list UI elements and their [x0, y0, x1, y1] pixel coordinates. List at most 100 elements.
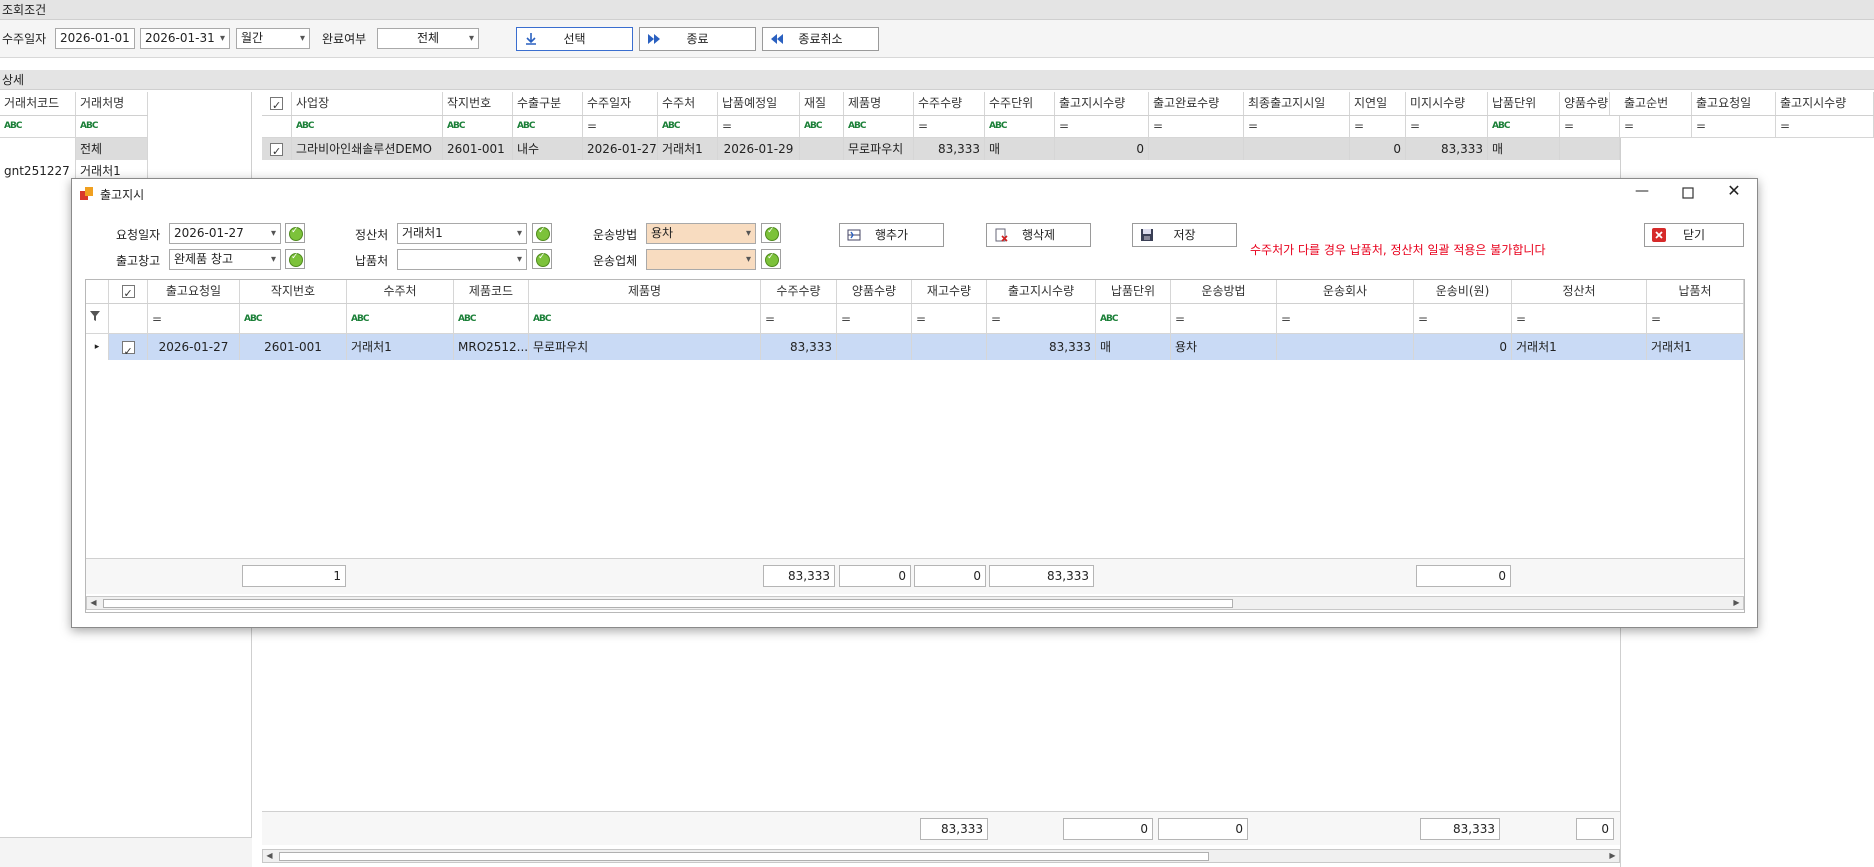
col-customer-name[interactable]: 거래처명 — [76, 92, 148, 115]
apply-req-date-icon[interactable] — [285, 223, 305, 243]
filter-cell[interactable]: ABC — [454, 304, 529, 333]
dialog-grid-hscrollbar[interactable]: ◀ ▶ — [86, 596, 1744, 610]
filter-cell[interactable]: ABC — [1096, 304, 1171, 333]
filter-cell[interactable]: = — [1692, 116, 1776, 137]
filter-cell[interactable]: = — [1350, 116, 1406, 137]
dialog-select-all-checkbox[interactable] — [109, 280, 148, 303]
filter-cell[interactable]: = — [987, 304, 1096, 333]
date-to-input[interactable]: 2026-01-31 — [140, 28, 230, 49]
col-ship-qty[interactable]: 출고지시수량 — [1055, 92, 1149, 115]
scroll-left-icon[interactable]: ◀ — [87, 596, 100, 610]
filter-cell[interactable]: = — [1055, 116, 1149, 137]
filter-cell[interactable]: = — [1277, 304, 1414, 333]
col-product[interactable]: 제품명 — [529, 280, 761, 303]
maximize-icon[interactable] — [1678, 183, 1698, 203]
col-good-qty[interactable]: 양품수량 — [837, 280, 912, 303]
filter-cell[interactable]: = — [1171, 304, 1277, 333]
filter-cell[interactable]: ABC — [240, 304, 347, 333]
deliver-select[interactable] — [397, 249, 527, 270]
filter-cell[interactable]: ABC — [76, 116, 148, 137]
filter-cell[interactable]: = — [148, 304, 240, 333]
col-unissued[interactable]: 미지시수량 — [1406, 92, 1488, 115]
filter-cell[interactable]: ABC — [800, 116, 844, 137]
col-ship-seq[interactable]: 출고순번 — [1620, 92, 1692, 115]
apply-carrier-icon[interactable] — [761, 249, 781, 269]
close-order-button[interactable]: 종료 — [639, 27, 756, 51]
filter-cell[interactable]: ABC — [658, 116, 718, 137]
col-ship-qty[interactable]: 출고지시수량 — [987, 280, 1096, 303]
col-stock-qty[interactable]: 재고수량 — [912, 280, 987, 303]
filter-icon[interactable] — [86, 304, 109, 333]
filter-cell[interactable]: = — [1776, 116, 1874, 137]
warehouse-select[interactable]: 완제품 창고 — [169, 249, 281, 270]
apply-deliver-icon[interactable] — [532, 249, 552, 269]
col-good-qty[interactable]: 양품수량 — [1560, 92, 1610, 115]
filter-cell[interactable]: = — [1414, 304, 1512, 333]
apply-warehouse-icon[interactable] — [285, 249, 305, 269]
add-row-button[interactable]: 행추가 — [839, 223, 944, 247]
filter-cell[interactable]: = — [914, 116, 985, 137]
col-req-date[interactable]: 출고요청일 — [148, 280, 240, 303]
apply-method-icon[interactable] — [761, 223, 781, 243]
filter-cell[interactable]: = — [718, 116, 800, 137]
col-site[interactable]: 사업장 — [292, 92, 443, 115]
filter-cell[interactable]: = — [1512, 304, 1647, 333]
filter-cell[interactable]: ABC — [1488, 116, 1560, 137]
col-product-code[interactable]: 제품코드 — [454, 280, 529, 303]
table-row[interactable]: 그라비아인쇄솔루션DEMO 2601-001 내수 2026-01-27 거래처… — [262, 138, 1620, 160]
col-order-qty[interactable]: 수주수량 — [914, 92, 985, 115]
method-select[interactable]: 용차 — [646, 223, 756, 244]
col-delivery-date[interactable]: 납품예정일 — [718, 92, 800, 115]
save-button[interactable]: 저장 — [1132, 223, 1237, 247]
col-export-type[interactable]: 수출구분 — [513, 92, 583, 115]
list-item[interactable]: 전체 — [0, 138, 148, 160]
cancel-close-button[interactable]: 종료취소 — [762, 27, 879, 51]
filter-cell[interactable]: ABC — [347, 304, 454, 333]
filter-cell[interactable]: ABC — [844, 116, 914, 137]
date-from-input[interactable]: 2026-01-01 — [55, 28, 135, 49]
table-row[interactable]: ▸ 2026-01-27 2601-001 거래처1 MRO2512... 무로… — [86, 334, 1744, 360]
col-material[interactable]: 재질 — [800, 92, 844, 115]
filter-cell[interactable]: ABC — [0, 116, 76, 137]
col-delay[interactable]: 지연일 — [1350, 92, 1406, 115]
col-unit[interactable]: 납품단위 — [1096, 280, 1171, 303]
filter-cell[interactable]: = — [1406, 116, 1488, 137]
complete-select[interactable]: 전체 — [377, 28, 479, 49]
filter-cell[interactable]: = — [761, 304, 837, 333]
minimize-icon[interactable]: — — [1632, 183, 1652, 203]
close-icon[interactable]: ✕ — [1724, 181, 1744, 201]
filter-cell[interactable]: ABC — [985, 116, 1055, 137]
row-checkbox[interactable] — [262, 138, 292, 160]
scroll-right-icon[interactable]: ▶ — [1606, 849, 1619, 863]
col-method[interactable]: 운송방법 — [1171, 280, 1277, 303]
col-carrier[interactable]: 운송회사 — [1277, 280, 1414, 303]
col-customer[interactable]: 수주처 — [347, 280, 454, 303]
col-ship-req-date[interactable]: 출고요청일 — [1692, 92, 1776, 115]
filter-cell[interactable]: = — [583, 116, 658, 137]
carrier-select[interactable] — [646, 249, 756, 270]
filter-cell[interactable]: = — [912, 304, 987, 333]
delete-row-button[interactable]: 행삭제 — [986, 223, 1091, 247]
filter-cell[interactable]: = — [837, 304, 912, 333]
filter-cell[interactable]: = — [1244, 116, 1350, 137]
row-checkbox[interactable] — [109, 334, 148, 360]
filter-cell[interactable]: = — [1620, 116, 1692, 137]
filter-cell[interactable]: ABC — [443, 116, 513, 137]
apply-settle-icon[interactable] — [532, 223, 552, 243]
col-customer-code[interactable]: 거래처코드 — [0, 92, 76, 115]
col-job-no[interactable]: 작지번호 — [443, 92, 513, 115]
col-job-no[interactable]: 작지번호 — [240, 280, 347, 303]
col-product[interactable]: 제품명 — [844, 92, 914, 115]
col-last-date[interactable]: 최종출고지시일 — [1244, 92, 1350, 115]
col-ship-instr-qty[interactable]: 출고지시수량 — [1776, 92, 1874, 115]
col-customer[interactable]: 수주처 — [658, 92, 718, 115]
col-order-unit[interactable]: 수주단위 — [985, 92, 1055, 115]
col-order-date[interactable]: 수주일자 — [583, 92, 658, 115]
filter-cell[interactable]: = — [1647, 304, 1744, 333]
filter-cell[interactable]: ABC — [292, 116, 443, 137]
col-settle[interactable]: 정산처 — [1512, 280, 1647, 303]
select-button[interactable]: 선택 — [516, 27, 633, 51]
col-order-qty[interactable]: 수주수량 — [761, 280, 837, 303]
col-unit[interactable]: 납품단위 — [1488, 92, 1560, 115]
req-date-input[interactable]: 2026-01-27 — [169, 223, 281, 244]
